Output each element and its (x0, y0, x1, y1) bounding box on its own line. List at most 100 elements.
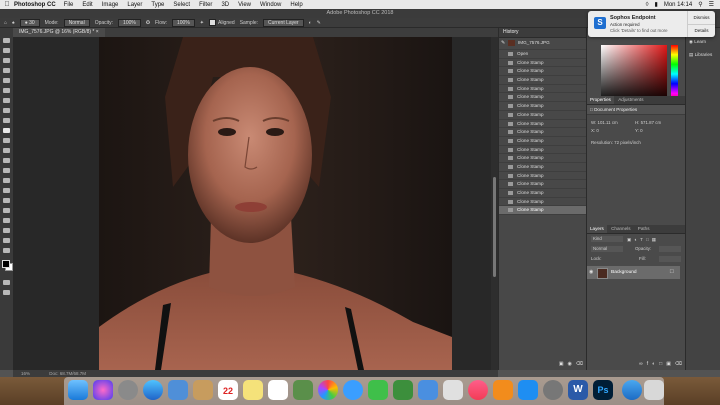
lock-icon[interactable]: ☐ (670, 269, 674, 275)
blend-mode-select[interactable]: Normal (591, 246, 623, 252)
details-button[interactable]: Details (687, 24, 715, 37)
word-icon[interactable]: W (568, 380, 588, 400)
tab-properties[interactable]: Properties (587, 96, 614, 104)
blur-tool-icon[interactable] (3, 168, 10, 173)
document-tab[interactable]: IMG_7576.JPG @ 16% (RGB/8) * × (13, 28, 105, 37)
pen-tool-icon[interactable] (3, 188, 10, 193)
kind-filter[interactable]: Kind (591, 236, 623, 242)
height-value[interactable]: H: 571.87 cm (635, 120, 661, 125)
photo-portrait[interactable] (13, 37, 491, 370)
history-step[interactable]: Clone Stamp (499, 120, 587, 129)
history-step[interactable]: Clone Stamp (499, 206, 587, 216)
facetime-icon[interactable] (368, 380, 388, 400)
history-step[interactable]: Clone Stamp (499, 111, 587, 120)
crop-tool-icon[interactable] (3, 78, 10, 83)
y-value[interactable]: Y: 0 (635, 128, 643, 133)
rectangle-tool-icon[interactable] (3, 218, 10, 223)
quick-select-tool-icon[interactable] (3, 68, 10, 73)
snapshot-icon[interactable]: ◉ (568, 361, 572, 367)
ignore-adjustment-icon[interactable]: ◐ (309, 20, 312, 26)
maps-icon[interactable] (293, 380, 313, 400)
canvas-area[interactable] (13, 37, 491, 370)
downloads-icon[interactable] (622, 380, 642, 400)
opacity-field[interactable]: 100% (118, 18, 141, 27)
history-step[interactable]: Clone Stamp (499, 180, 587, 189)
notes-icon[interactable] (243, 380, 263, 400)
zoom-level[interactable]: 16% (21, 371, 30, 376)
home-icon[interactable]: ⌂ (4, 20, 7, 26)
mode-select[interactable]: Normal (63, 18, 90, 27)
color-field[interactable] (601, 45, 667, 103)
layer-opacity-field[interactable] (659, 246, 681, 252)
close-icon[interactable]: × (96, 29, 99, 35)
airbrush-icon[interactable]: ✦ (200, 20, 204, 26)
hue-slider[interactable] (671, 45, 678, 103)
mask-icon[interactable]: ◐ (652, 361, 655, 367)
link-icon[interactable]: ∞ (639, 361, 643, 367)
gradient-tool-icon[interactable] (3, 158, 10, 163)
menu-edit[interactable]: Edit (82, 2, 92, 8)
search-icon[interactable]: ⚲ (698, 1, 702, 8)
filter-shape-icon[interactable]: □ (646, 237, 649, 243)
history-step[interactable]: Clone Stamp (499, 189, 587, 198)
marquee-tool-icon[interactable] (3, 48, 10, 53)
lasso-tool-icon[interactable] (3, 58, 10, 63)
type-tool-icon[interactable] (3, 198, 10, 203)
menu-view[interactable]: View (238, 2, 251, 8)
menu-window[interactable]: Window (260, 2, 281, 8)
history-step[interactable]: Clone Stamp (499, 163, 587, 172)
numbers-icon[interactable] (393, 380, 413, 400)
menu-3d[interactable]: 3D (221, 2, 229, 8)
history-step[interactable]: Clone Stamp (499, 198, 587, 207)
quick-mask-icon[interactable] (3, 280, 10, 285)
libraries-panel[interactable]: ▤ Libraries (689, 52, 712, 58)
reminders-icon[interactable] (268, 380, 288, 400)
tab-adjustments[interactable]: Adjustments (615, 97, 646, 102)
layer-row-background[interactable]: ◉ Background ☐ (587, 266, 680, 279)
scrollbar-thumb[interactable] (493, 177, 496, 277)
aligned-checkbox[interactable]: Aligned (209, 19, 235, 26)
foreground-color-swatch[interactable] (2, 260, 10, 268)
filter-smart-icon[interactable]: ▦ (652, 237, 656, 243)
app-menu[interactable]: Photoshop CC (14, 2, 56, 8)
clone-stamp-tool-icon[interactable]: ♠ (12, 20, 15, 26)
photoshop-icon[interactable]: Ps (593, 380, 613, 400)
safari-icon[interactable] (143, 380, 163, 400)
contacts-icon[interactable] (193, 380, 213, 400)
messages-icon[interactable] (343, 380, 363, 400)
tab-layers[interactable]: Layers (587, 225, 607, 233)
history-step[interactable]: Clone Stamp (499, 59, 587, 68)
mail-icon[interactable] (168, 380, 188, 400)
screen-mode-icon[interactable] (3, 290, 10, 295)
history-step[interactable]: Clone Stamp (499, 146, 587, 155)
width-value[interactable]: W: 101.11 cm (591, 120, 618, 125)
ibooks-icon[interactable] (493, 380, 513, 400)
foreground-background-colors[interactable] (0, 260, 13, 272)
frame-tool-icon[interactable] (3, 88, 10, 93)
filter-type-icon[interactable]: T (640, 237, 643, 243)
wifi-icon[interactable]: ◊ (646, 2, 649, 8)
photos-icon[interactable] (318, 380, 338, 400)
eraser-tool-icon[interactable] (3, 148, 10, 153)
history-step[interactable]: Clone Stamp (499, 137, 587, 146)
history-step[interactable]: Clone Stamp (499, 67, 587, 77)
new-layer-icon[interactable]: ▣ (666, 361, 671, 367)
menu-image[interactable]: Image (102, 2, 119, 8)
dismiss-button[interactable]: Dismiss (687, 11, 715, 25)
history-step[interactable]: Clone Stamp (499, 102, 587, 111)
eyedropper-tool-icon[interactable] (3, 98, 10, 103)
siri-icon[interactable] (93, 380, 113, 400)
healing-brush-tool-icon[interactable] (3, 108, 10, 113)
clock[interactable]: Mon 14:14 (664, 2, 692, 8)
new-document-icon[interactable]: ▣ (559, 361, 564, 367)
notification-center-icon[interactable]: ☰ (709, 1, 714, 8)
menu-filter[interactable]: Filter (199, 2, 212, 8)
hand-tool-icon[interactable] (3, 228, 10, 233)
history-step[interactable]: Clone Stamp (499, 93, 587, 103)
history-step[interactable]: Clone Stamp (499, 76, 587, 85)
trash-icon[interactable]: ⌫ (675, 361, 682, 367)
history-title[interactable]: History (499, 28, 587, 38)
trash-icon[interactable]: ⌫ (576, 361, 583, 367)
history-step[interactable]: Clone Stamp (499, 128, 587, 137)
path-select-tool-icon[interactable] (3, 208, 10, 213)
